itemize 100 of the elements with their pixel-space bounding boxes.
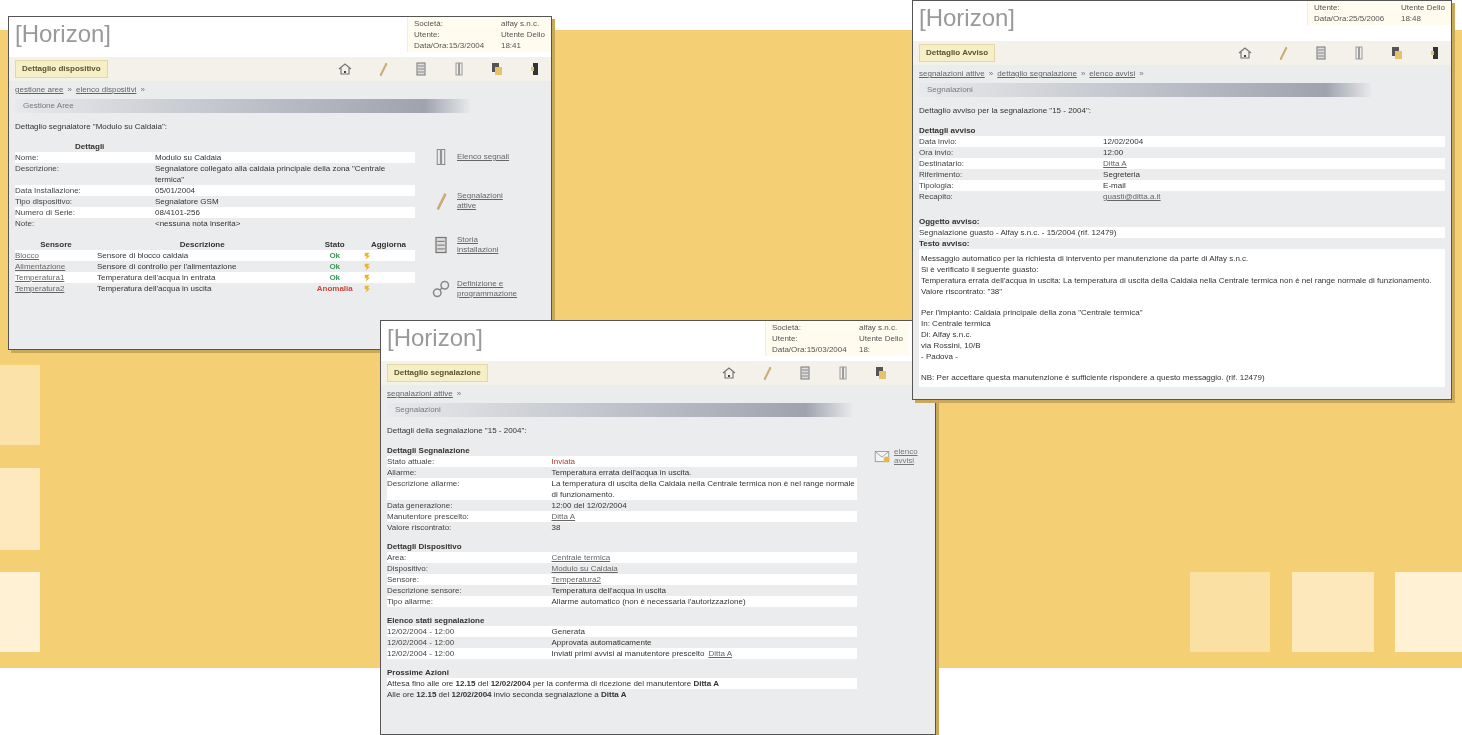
- field-label: Data invio:: [919, 136, 958, 147]
- field-value: Segreteria: [1103, 169, 1140, 180]
- field-label: 12/02/2004 - 12:00: [387, 648, 456, 659]
- breadcrumb-separator: »: [67, 84, 72, 96]
- group-title: Prossime Azioni: [387, 667, 450, 678]
- field-value: Temperatura errata dell'acqua in uscita.: [551, 467, 692, 478]
- info-label: Data/Ora:15/3/2004: [413, 40, 486, 51]
- field-value: Allarme automatico (non è necessaria l'autorizzazione): [551, 596, 746, 607]
- group-title: Oggetto avviso:: [919, 216, 981, 227]
- section-bar: Gestione Aree: [15, 99, 471, 113]
- field-value: Modulo su Caldaia: [155, 152, 222, 163]
- field-label: Numero di Serie:: [15, 207, 77, 218]
- breadcrumb-separator: »: [1139, 68, 1144, 80]
- field-label: Note:: [15, 218, 36, 229]
- field-label: Stato attuale:: [387, 456, 436, 467]
- field-value: Temperatura dell'acqua in uscita: [551, 585, 666, 596]
- group-title: Dettagli Dispositivo: [387, 541, 463, 552]
- info-value: Utente Delio: [858, 333, 903, 344]
- message-line: via Rossini, 10/B: [921, 340, 982, 351]
- group-title: Elenco stati segnalazione: [387, 615, 486, 626]
- column-header: Aggiorna: [361, 239, 415, 250]
- field-label: Tipologia:: [919, 180, 955, 191]
- field-label: Valore riscontrato:: [387, 522, 453, 533]
- intro-text: Dettagli della segnalazione "15 - 2004":: [386, 425, 528, 437]
- breadcrumb-separator: »: [456, 388, 462, 400]
- message-line: Di: Alfay s.n.c.: [921, 329, 973, 340]
- info-label: Utente:: [771, 333, 799, 344]
- status-text: Anomalia: [316, 284, 353, 293]
- info-label: Società:: [771, 322, 802, 333]
- note-line: Alle ore 12.15 del 12/02/2004 invio seconda segnalazione a Ditta A: [387, 689, 628, 700]
- field-label: Tipo allarme:: [387, 596, 434, 607]
- status-text: Ok: [329, 262, 341, 271]
- field-value: Segnalatore GSM: [155, 196, 219, 207]
- field-value: Inviata: [551, 456, 576, 467]
- info-label: Utente:: [413, 29, 441, 40]
- field-value: Approvata automaticamente: [551, 637, 652, 648]
- info-value: 18:: [858, 344, 871, 355]
- field-label: Sensore:: [387, 574, 421, 585]
- column-header: Sensore: [15, 239, 97, 250]
- group-title: Dettagli avviso: [919, 125, 977, 136]
- field-value: 08/4101-256: [155, 207, 200, 218]
- column-header: Stato: [307, 239, 362, 250]
- section-bar: Segnalazioni: [387, 403, 853, 417]
- app-logo: [Horizon]: [14, 19, 112, 49]
- breadcrumb-separator: »: [988, 68, 994, 80]
- intro-text: Dettaglio segnalatore "Modulo su Caldaia":: [14, 121, 168, 133]
- field-label: Descrizione allarme:: [387, 478, 461, 490]
- field-label: 12/02/2004 - 12:00: [387, 637, 456, 648]
- message-line: Valore riscontrato: "38": [921, 286, 1004, 297]
- field-value: 38: [551, 522, 561, 533]
- info-label: Data/Ora:25/5/2006: [1313, 13, 1386, 24]
- field-value: <nessuna nota inserita>: [155, 218, 241, 229]
- info-label: Utente:: [1313, 2, 1341, 13]
- info-value: Utente Delio: [500, 29, 545, 40]
- message-line: Per l'impianto: Caldaia principale della zona "Centrale termica": [921, 307, 1144, 318]
- field-label: Data Installazione:: [15, 185, 82, 196]
- app-logo: [Horizon]: [918, 3, 1016, 33]
- message-line: Temperatura errata dell'acqua in uscita: La temperatura di uscita della Caldaia nella Centrale termica non è nel range normale di funzionamento.: [921, 275, 1433, 286]
- group-title: Testo avviso:: [919, 238, 971, 249]
- breadcrumb-separator: »: [1080, 68, 1086, 80]
- table-cell: Sensore di controllo per l'alimentazione: [96, 261, 308, 272]
- message-line: Si è verificato il seguente guasto:: [921, 264, 1040, 275]
- group-title: Dettagli: [74, 141, 106, 152]
- info-value: alfay s.n.c.: [858, 322, 898, 333]
- field-value: 12:00: [1103, 147, 1124, 158]
- section-bar: Segnalazioni: [919, 83, 1371, 97]
- field-label: Allarme:: [387, 467, 418, 478]
- field-value: Inviati primi avvisi al manutentore prescelto: [551, 648, 705, 659]
- field-label: Destinatario:: [919, 158, 965, 169]
- field-label: Ora invio:: [919, 147, 955, 158]
- status-text: Ok: [329, 251, 341, 260]
- field-label: Area:: [387, 552, 408, 563]
- field-value: E-mail: [1103, 180, 1126, 191]
- info-label: Data/Ora:15/03/2004: [771, 344, 848, 355]
- app-logo: [Horizon]: [386, 323, 484, 353]
- field-label: Nome:: [15, 152, 40, 163]
- field-value: 05/01/2004: [155, 185, 196, 196]
- message-line: - Padova -: [921, 351, 959, 362]
- field-value: Generata: [551, 626, 585, 637]
- field-label: Descrizione sensore:: [387, 585, 463, 596]
- info-value: 18:41: [500, 40, 521, 51]
- status-text: Ok: [329, 273, 341, 282]
- field-label: 12/02/2004 - 12:00: [387, 626, 456, 637]
- info-value: alfay s.n.c.: [500, 18, 540, 29]
- message-line: NB: Per accettare questa manutenzione è sufficiente rispondere a questo messaggio. (rif. 12479): [921, 372, 1266, 383]
- info-label: Società:: [413, 18, 444, 29]
- field-label: Dispositivo:: [387, 563, 429, 574]
- subject-text: Segnalazione guasto - Alfay s.n.c. - 15/2004 (rif. 12479): [919, 227, 1445, 238]
- message-line: Messaggio automatico per la richiesta di intervento per manutenzione da parte di Alfay s.n.c.: [921, 253, 1250, 264]
- field-value: 12:00 del 12/02/2004: [551, 500, 627, 511]
- field-label: Recapito:: [919, 191, 954, 202]
- breadcrumb-separator: »: [140, 84, 145, 96]
- field-label: Tipo dispositivo:: [15, 196, 74, 207]
- info-value: Utente Delio: [1400, 2, 1445, 13]
- group-title: Dettagli Segnalazione: [387, 445, 471, 456]
- message-line: In: Centrale termica: [921, 318, 992, 329]
- field-label: Manutentore prescelto:: [387, 511, 470, 522]
- field-value: 12/02/2004: [1103, 136, 1144, 147]
- field-value: La temperatura di uscita della Caldaia nella Centrale termica non è nel range normale di funzionamento.: [551, 478, 856, 500]
- field-label: Riferimento:: [919, 169, 964, 180]
